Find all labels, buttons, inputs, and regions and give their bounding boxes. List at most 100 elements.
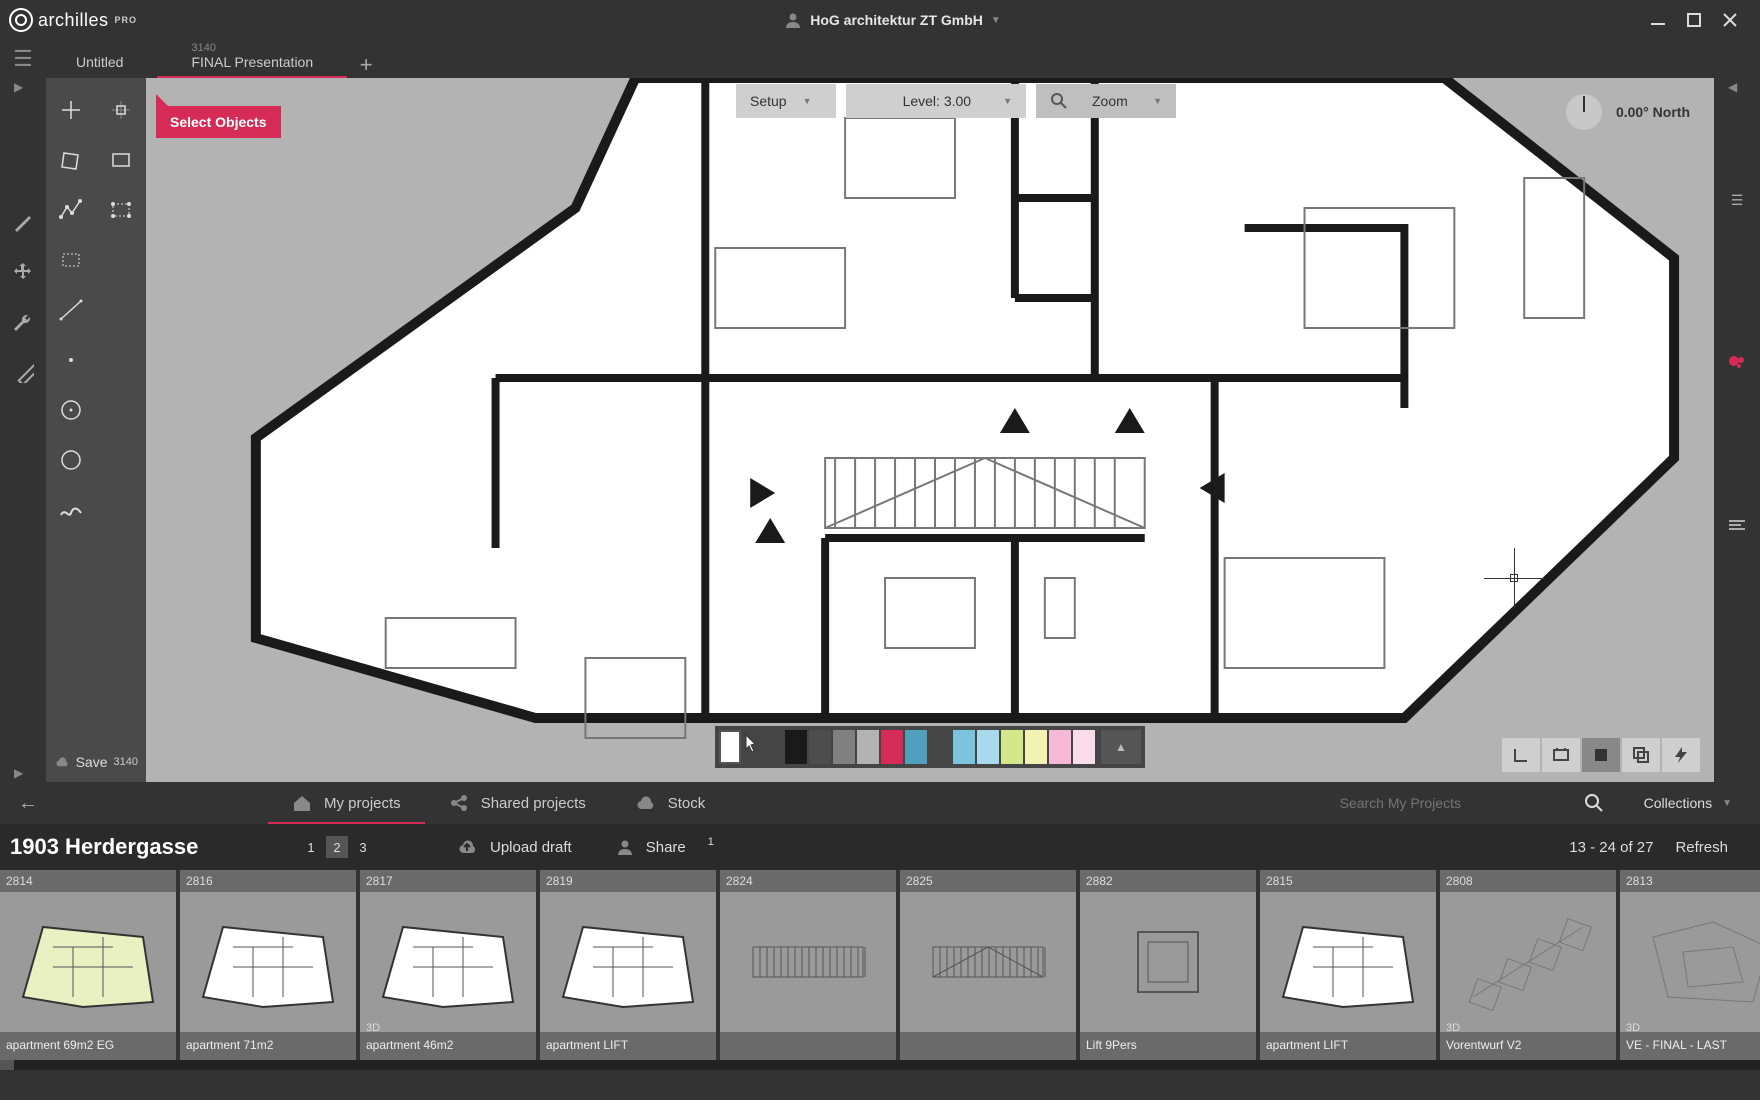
menu-icon[interactable]: ☰ (1723, 186, 1751, 214)
point-tool[interactable] (47, 86, 95, 134)
tab-stock[interactable]: Stock (610, 782, 730, 824)
mode-solid[interactable] (1582, 738, 1620, 772)
page-3[interactable]: 3 (352, 836, 374, 858)
chevron-down-icon: ▼ (803, 96, 812, 106)
tab-final-presentation[interactable]: 3140 FINAL Presentation (157, 40, 347, 78)
thumbnail[interactable]: 2815 apartment LIFT (1260, 870, 1436, 1060)
select-objects-tag[interactable]: Select Objects (156, 106, 281, 138)
expand-right-rail[interactable]: ◀ (1728, 80, 1737, 94)
page-2[interactable]: 2 (326, 836, 348, 858)
thumbnail[interactable]: 2808 3D Vorentwurf V2 (1440, 870, 1616, 1060)
zoom-dropdown[interactable]: Zoom▼ (1036, 84, 1176, 118)
project-nav: ← My projects Shared projects Stock Coll… (0, 782, 1760, 824)
canvas[interactable]: Select Objects Setup▼ Level: 3.00▼ Zoom▼… (146, 78, 1714, 782)
thumb-preview (720, 892, 896, 1032)
mode-frame[interactable] (1542, 738, 1580, 772)
circle-tool[interactable] (47, 436, 95, 484)
search-input[interactable] (1334, 789, 1564, 817)
mode-layers[interactable] (1622, 738, 1660, 772)
freehand-tool[interactable] (47, 486, 95, 534)
thumb-id: 2814 (0, 870, 176, 892)
floorplan-drawing (146, 78, 1714, 782)
level-dropdown[interactable]: Level: 3.00▼ (846, 84, 1026, 118)
scroll-knob[interactable] (0, 1060, 14, 1070)
swatch[interactable] (833, 730, 855, 764)
levels-icon[interactable] (1723, 510, 1751, 538)
move-tool[interactable] (9, 258, 37, 286)
swatch[interactable] (881, 730, 903, 764)
setup-dropdown[interactable]: Setup▼ (736, 84, 836, 118)
thumb-label: apartment 69m2 EG (0, 1032, 176, 1060)
swatch[interactable] (953, 730, 975, 764)
upload-draft-button[interactable]: Upload draft (434, 838, 594, 856)
save-button[interactable]: Save 3140 (46, 742, 146, 782)
snap-tool[interactable] (97, 86, 145, 134)
chevron-down-icon: ▼ (1003, 96, 1012, 106)
rectangle-tool[interactable] (97, 136, 145, 184)
thumb-label: apartment 46m2 (360, 1032, 536, 1060)
thumbnail[interactable]: 2813 3D VE - FINAL - LAST (1620, 870, 1760, 1060)
swatch[interactable] (1001, 730, 1023, 764)
line-tool[interactable] (47, 286, 95, 334)
add-tab-button[interactable]: + (347, 52, 385, 78)
project-toolbar: 1903 Herdergasse 1 2 3 Upload draft Shar… (0, 824, 1760, 870)
home-icon (292, 794, 312, 812)
minimize-button[interactable] (1648, 10, 1668, 30)
palette-expand[interactable]: ▲ (1101, 730, 1141, 764)
refresh-button[interactable]: Refresh (1653, 839, 1750, 856)
close-button[interactable] (1720, 10, 1740, 30)
tab-shared-projects[interactable]: Shared projects (425, 782, 610, 824)
dot-tool[interactable] (47, 336, 95, 384)
horizontal-scrollbar[interactable] (0, 1060, 1760, 1070)
search-button[interactable] (1574, 793, 1614, 813)
thumbnail[interactable]: 2882 Lift 9Pers (1080, 870, 1256, 1060)
swatch[interactable] (1073, 730, 1095, 764)
share-button[interactable]: Share 1 (594, 838, 736, 856)
tab-my-projects[interactable]: My projects (268, 782, 425, 824)
thumb-3d-badge: 3D (366, 1022, 380, 1034)
polygon-tool[interactable] (47, 136, 95, 184)
thumbnail[interactable]: 2816 apartment 71m2 (180, 870, 356, 1060)
compass[interactable]: 0.00° North (1566, 94, 1690, 130)
company-name: HoG architektur ZT GmbH (810, 12, 983, 28)
hamburger-menu[interactable]: ☰ (4, 40, 42, 78)
mode-corner[interactable] (1502, 738, 1540, 772)
empty-slot (97, 336, 145, 384)
selection-box-tool[interactable] (47, 236, 95, 284)
expand-rail-bottom[interactable]: ▶ (14, 766, 23, 780)
page-1[interactable]: 1 (300, 836, 322, 858)
back-button[interactable]: ← (8, 792, 48, 815)
node-edit-tool[interactable] (97, 186, 145, 234)
thumbnail[interactable]: 2819 apartment LIFT (540, 870, 716, 1060)
swatch[interactable] (905, 730, 927, 764)
draw-tool[interactable] (9, 208, 37, 236)
polyline-tool[interactable] (47, 186, 95, 234)
company-selector[interactable]: HoG architektur ZT GmbH ▼ (137, 11, 1648, 29)
maximize-button[interactable] (1684, 10, 1704, 30)
swatch[interactable] (785, 730, 807, 764)
cursor-icon (743, 730, 759, 764)
tab-row: ☰ Untitled 3140 FINAL Presentation + (0, 40, 1760, 78)
thumb-id: 2813 (1620, 870, 1760, 892)
empty-slot (97, 386, 145, 434)
thumbnail-strip: 2814 apartment 69m2 EG2816 apartment 71m… (0, 870, 1760, 1060)
thumbnail[interactable]: 2825 (900, 870, 1076, 1060)
wrench-tool[interactable] (9, 308, 37, 336)
effects-icon[interactable] (1723, 348, 1751, 376)
mode-flash[interactable] (1662, 738, 1700, 772)
swatch[interactable] (857, 730, 879, 764)
swatch[interactable] (809, 730, 831, 764)
swatch[interactable] (719, 730, 741, 764)
thumbnail[interactable]: 2814 apartment 69m2 EG (0, 870, 176, 1060)
expand-rail-top[interactable]: ▶ (14, 80, 23, 94)
thumbnail[interactable]: 2817 3D apartment 46m2 (360, 870, 536, 1060)
thumb-label (720, 1032, 896, 1060)
circle-center-tool[interactable] (47, 386, 95, 434)
swatch[interactable] (977, 730, 999, 764)
collections-dropdown[interactable]: Collections▼ (1624, 795, 1752, 811)
swatch[interactable] (1025, 730, 1047, 764)
swatch[interactable] (1049, 730, 1071, 764)
thumbnail[interactable]: 2824 (720, 870, 896, 1060)
ruler-tool[interactable] (9, 358, 37, 386)
tab-untitled[interactable]: Untitled (42, 40, 157, 78)
